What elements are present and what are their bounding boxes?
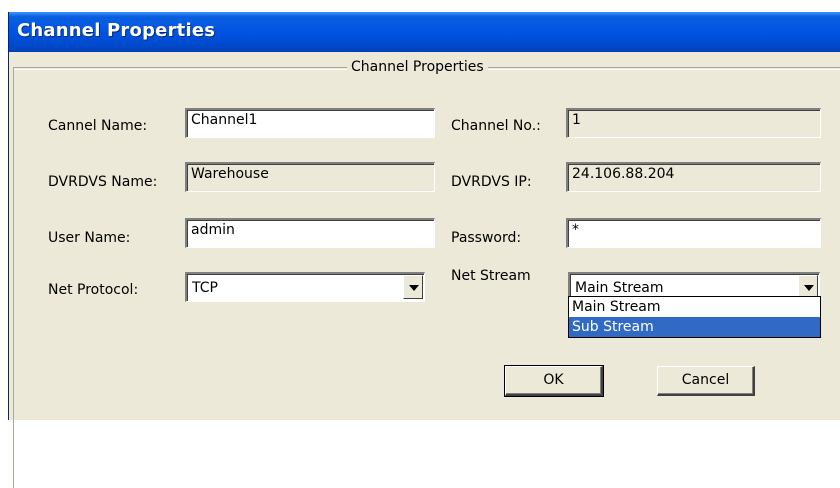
channel-no-field: 1 (566, 108, 821, 138)
net-stream-value: Main Stream (575, 280, 664, 296)
password-label: Password: (451, 230, 522, 246)
dvrdvs-ip-field: 24.106.88.204 (566, 162, 821, 192)
user-name-input[interactable]: admin (185, 218, 435, 248)
chevron-down-icon (804, 285, 814, 291)
net-protocol-value: TCP (192, 280, 218, 296)
dvrdvs-ip-label: DVRDVS IP: (451, 174, 532, 190)
password-input[interactable]: * (566, 218, 821, 248)
dvrdvs-name-field: Warehouse (185, 162, 435, 192)
channel-no-label: Channel No.: (451, 118, 541, 134)
channel-name-input[interactable]: Channel1 (185, 108, 435, 138)
net-stream-option-sub[interactable]: Sub Stream (569, 317, 820, 337)
ok-button[interactable]: OK (504, 365, 604, 397)
net-protocol-label: Net Protocol: (48, 282, 139, 298)
group-legend: Channel Properties (347, 59, 488, 75)
net-stream-option-main[interactable]: Main Stream (569, 297, 820, 317)
cancel-button[interactable]: Cancel (657, 366, 755, 396)
channel-properties-dialog: Channel Properties Channel Properties Ca… (8, 12, 840, 488)
channel-name-label: Cannel Name: (48, 118, 148, 134)
dvrdvs-name-label: DVRDVS Name: (48, 174, 158, 190)
net-protocol-dropdown-button[interactable] (403, 275, 423, 299)
net-protocol-select[interactable]: TCP (185, 272, 425, 302)
chevron-down-icon (409, 285, 419, 291)
net-stream-options-list: Main Stream Sub Stream (568, 296, 821, 338)
title-bar[interactable]: Channel Properties (9, 12, 840, 52)
net-stream-label: Net Stream (451, 268, 531, 284)
window-title: Channel Properties (17, 20, 216, 41)
user-name-label: User Name: (48, 230, 131, 246)
